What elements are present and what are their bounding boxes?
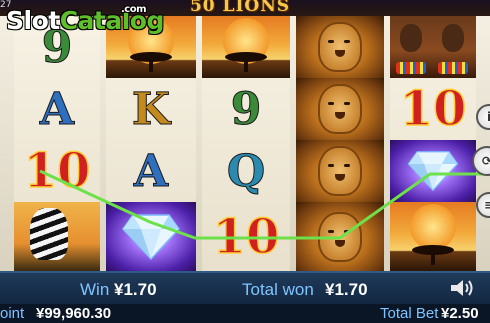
total-won-label: Total won xyxy=(242,280,314,299)
acacia-tree-icon xyxy=(225,52,267,72)
watermark-logo: SlotCatalog .com xyxy=(6,4,165,35)
symbol-nine: 9 xyxy=(230,83,262,135)
reel-1-symbol-4 xyxy=(14,202,100,271)
lion-icon xyxy=(318,211,362,262)
speaker-icon[interactable] xyxy=(449,278,475,298)
diamond-icon xyxy=(122,213,180,260)
reel-area: 9 A 10 K A 9 Q 10 10 i ⟳ ≡ xyxy=(0,16,490,271)
total-bet-value: ¥2.50 xyxy=(441,305,479,322)
spin-icon: ⟳ xyxy=(481,154,490,168)
reel-2-symbol-4 xyxy=(106,202,196,271)
status-bar: oint ¥99,960.30 Total Bet ¥2.50 xyxy=(0,304,490,323)
logo-slot: Slot xyxy=(6,6,60,35)
settings-icon: ≡ xyxy=(483,198,490,212)
win-label: Win xyxy=(80,280,110,299)
symbol-ten: 10 xyxy=(23,142,91,200)
reel-2-symbol-3: A xyxy=(106,140,196,202)
reel-5-symbol-3 xyxy=(390,140,476,202)
reel-1-symbol-3: 10 xyxy=(14,140,100,202)
settings-button[interactable]: ≡ xyxy=(476,192,490,218)
warrior-icon xyxy=(400,24,422,52)
reel-4-symbol-3 xyxy=(296,140,384,202)
symbol-queen: Q xyxy=(226,145,266,197)
zebra-icon xyxy=(30,208,68,260)
symbol-ace: A xyxy=(133,145,169,197)
win-value: ¥1.70 xyxy=(114,280,157,299)
reel-3-symbol-2: 9 xyxy=(202,78,290,140)
acacia-tree-icon xyxy=(130,52,172,72)
reel-2-symbol-2: K xyxy=(106,78,196,140)
warrior-icon xyxy=(442,24,464,52)
reel-3-symbol-4: 10 xyxy=(202,202,290,271)
reel-4-symbol-2 xyxy=(296,78,384,140)
diamond-icon xyxy=(407,151,459,192)
logo-catalog: Catalog xyxy=(59,6,165,35)
symbol-ace: A xyxy=(39,83,75,135)
total-bet-label: Total Bet xyxy=(380,305,439,322)
lion-icon xyxy=(318,22,362,72)
reel-3-symbol-1 xyxy=(202,16,290,78)
lion-icon xyxy=(318,146,362,196)
lion-icon xyxy=(318,84,362,134)
reel-4-symbol-4 xyxy=(296,202,384,271)
symbol-king: K xyxy=(131,83,171,135)
point-label: oint xyxy=(0,305,25,322)
reel-4-symbol-1 xyxy=(296,16,384,78)
reel-5-symbol-1 xyxy=(390,16,476,78)
info-button[interactable]: i xyxy=(476,104,490,130)
total-won-value: ¥1.70 xyxy=(325,280,368,299)
reel-3-symbol-3: Q xyxy=(202,140,290,202)
reel-5-symbol-2: 10 xyxy=(390,78,476,140)
win-bar: Win ¥1.70 Total won ¥1.70 xyxy=(0,271,490,306)
symbol-ten: 10 xyxy=(399,80,467,138)
acacia-tree-icon xyxy=(412,245,454,265)
logo-com: .com xyxy=(121,4,147,15)
reel-5-symbol-4 xyxy=(390,202,476,271)
game-title: 50 LIONS xyxy=(189,0,291,16)
symbol-ten: 10 xyxy=(212,208,280,266)
reel-1-symbol-2: A xyxy=(14,78,100,140)
point-value: ¥99,960.30 xyxy=(36,305,112,322)
